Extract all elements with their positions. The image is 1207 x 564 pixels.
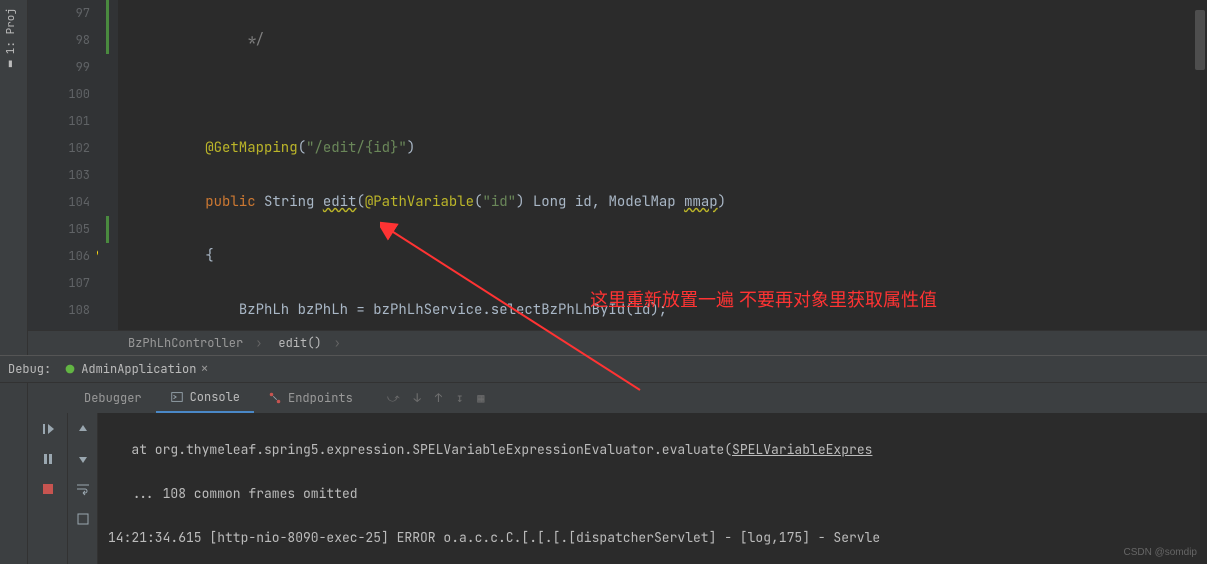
step-out-icon[interactable]: ↑ [435,390,442,406]
fold-bar [98,0,118,330]
project-tool-tab[interactable]: ▮ 1: Proj [0,0,22,79]
breadcrumb-item[interactable]: BzPhLhController [128,335,262,351]
console-line: at org.thymeleaf.spring5.expression.SPEL… [108,439,1197,461]
endpoints-icon [268,391,282,405]
tab-debugger[interactable]: Debugger [70,384,156,412]
run-config[interactable]: AdminApplication × [63,360,209,378]
debug-label: Debug: [8,361,51,377]
line-number: 99 [28,54,90,81]
method-name: edit [323,193,357,211]
line-number: 106 [28,243,90,270]
run-to-cursor-icon[interactable]: ↧ [456,390,463,406]
folder-icon: ▮ [4,58,18,71]
close-icon[interactable]: × [200,360,208,378]
line-number: 103 [28,162,90,189]
step-over-icon[interactable]: ⤻ [387,390,400,406]
line-number: 97 [28,0,90,27]
annotation: @GetMapping [205,139,297,157]
line-number: 98 [28,27,90,54]
up-icon[interactable] [75,421,91,437]
debug-header: Debug: AdminApplication × [0,355,1207,383]
line-number: 107 [28,270,90,297]
string-literal: "id" [482,193,516,211]
keyword: public [205,193,255,211]
console-line: ... 108 common frames omitted [108,483,1197,505]
line-number: 101 [28,108,90,135]
console-line: 14:21:34.615 [http-nio-8090-exec-25] ERR… [108,527,1197,549]
string-literal: "/edit/{id}" [306,139,407,157]
editor-area: 97 98 99 100 101 102 103 104 105 106 107… [28,0,1207,330]
scrollbar-vertical[interactable] [1195,10,1205,70]
evaluate-icon[interactable]: ▦ [477,390,484,406]
debug-step-toolbar: ⤻ ↓ ↑ ↧ ▦ [387,390,485,406]
resume-icon[interactable] [40,421,56,437]
debug-tabs: Debugger Console Endpoints ⤻ ↓ ↑ ↧ ▦ [28,383,1207,413]
line-number: 105 [28,216,90,243]
scroll-icon[interactable] [75,511,91,527]
tab-endpoints[interactable]: Endpoints [254,384,367,412]
type: String [264,193,314,211]
console-side-tools [68,413,98,564]
tab-console[interactable]: Console [156,383,254,413]
watermark: CSDN @somdip [1123,547,1197,558]
tab-label: Debugger [84,390,142,406]
code-text: ) [718,193,726,211]
annotation: @PathVariable [365,193,474,211]
stop-icon[interactable] [40,481,56,497]
line-number: 102 [28,135,90,162]
wrap-icon[interactable] [75,481,91,497]
step-into-icon[interactable]: ↓ [414,390,421,406]
code-text: ) Long id, ModelMap [516,193,684,211]
console-icon [170,390,184,404]
gutter: 97 98 99 100 101 102 103 104 105 106 107… [28,0,98,330]
breadcrumb[interactable]: BzPhLhController edit() [28,330,1207,355]
pause-icon[interactable] [40,451,56,467]
line-number: 100 [28,81,90,108]
annotation-text: 这里重新放置一遍 不要再对象里获取属性值 [590,286,937,312]
bug-icon [63,362,77,376]
down-icon[interactable] [75,451,91,467]
console-output[interactable]: at org.thymeleaf.spring5.expression.SPEL… [98,413,1207,564]
left-sidebar: ▮ 1: Proj [0,0,28,564]
tab-label: Endpoints [288,390,353,406]
breadcrumb-item[interactable]: edit() [278,335,340,351]
code-text: */ [138,31,264,49]
tab-label: Console [190,389,240,405]
line-number: 104 [28,189,90,216]
code-text: { [205,247,213,265]
run-config-name: AdminApplication [81,361,196,377]
line-number: 108 [28,297,90,324]
code-text [138,81,1207,108]
code-area[interactable]: */ @GetMapping("/edit/{id}") public Stri… [118,0,1207,330]
project-tab-label: 1: Proj [4,8,18,54]
param: mmap [684,193,718,211]
